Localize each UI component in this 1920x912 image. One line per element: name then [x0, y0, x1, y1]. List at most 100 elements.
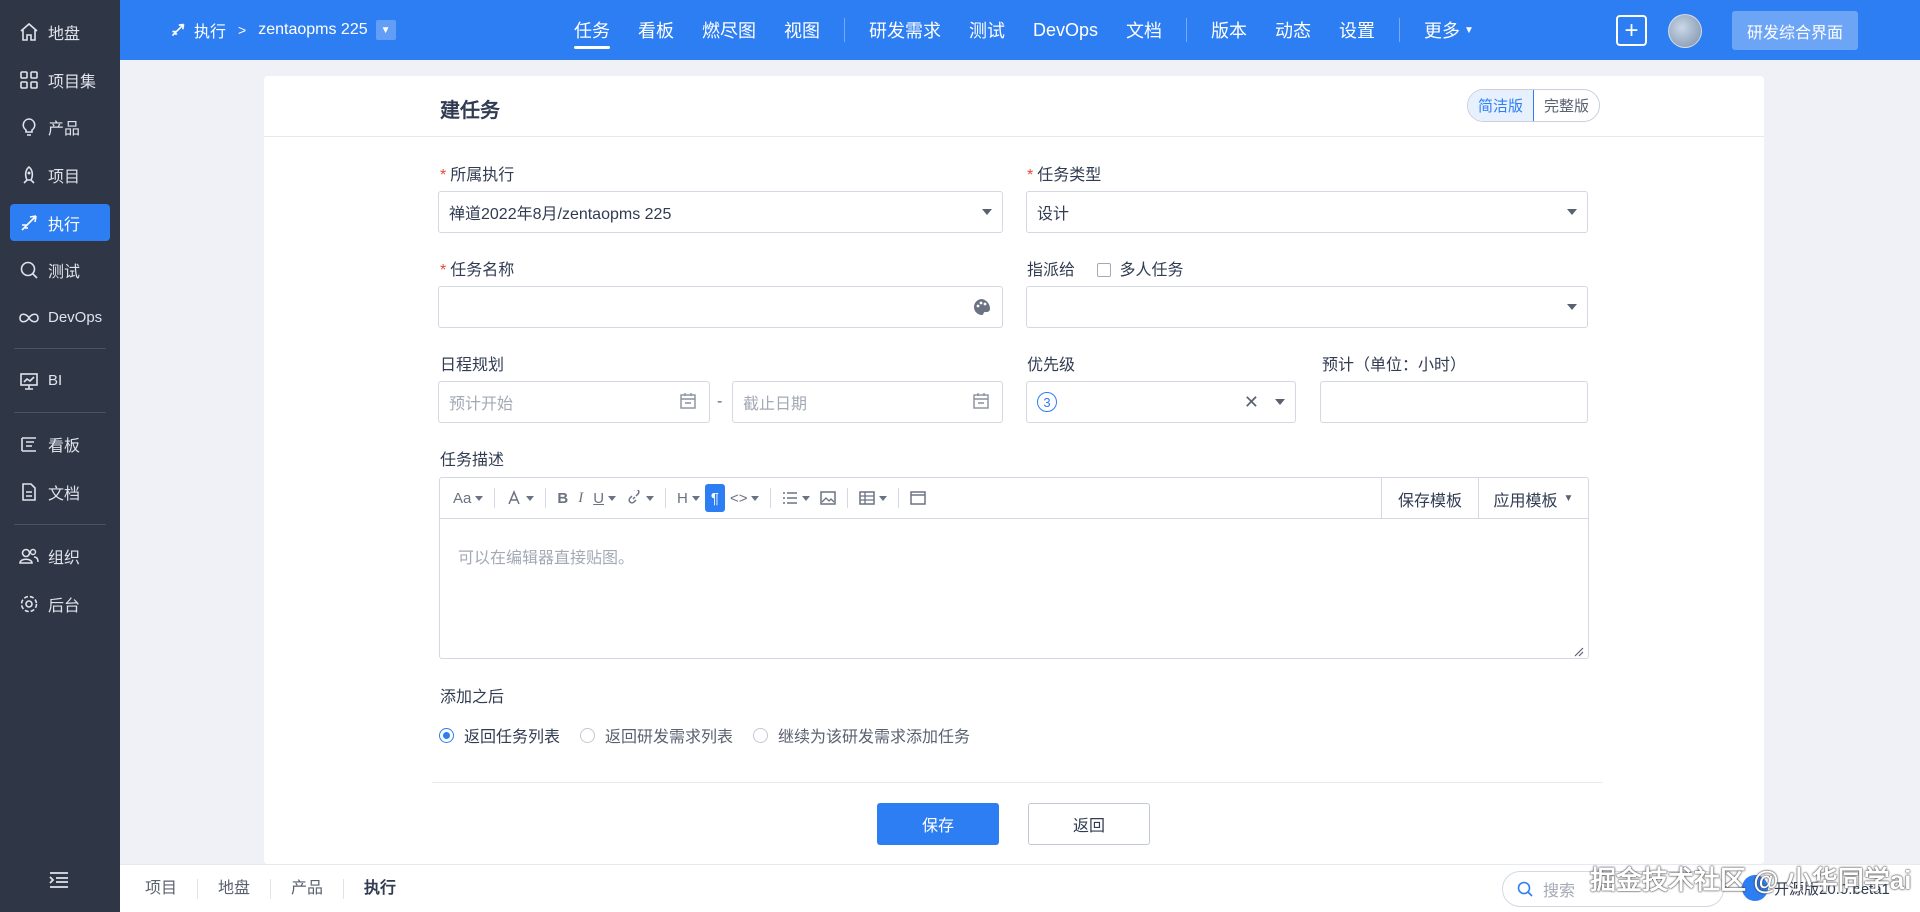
editor-content[interactable]: 可以在编辑器直接贴图。 [458, 544, 634, 568]
link-icon[interactable] [621, 484, 659, 512]
color-palette-icon[interactable] [972, 297, 992, 317]
italic-icon[interactable]: I [573, 484, 588, 512]
estimate-input[interactable] [1320, 381, 1588, 423]
code-icon[interactable]: <> [725, 484, 765, 512]
execution-select[interactable]: 禅道2022年8月/zentaopms 225 [438, 191, 1003, 233]
font-size-icon[interactable]: Aa [448, 484, 488, 512]
page-title: 建任务 [440, 100, 500, 122]
recent-app-product[interactable]: 产品 [271, 878, 345, 899]
create-task-panel: 建任务 简洁版 完整版 * 所属执行 禅道2022年8月/zentaopms 22… [264, 76, 1764, 864]
collapse-menu-icon[interactable] [48, 870, 72, 894]
resize-handle-icon[interactable] [1574, 644, 1584, 657]
gear-icon [18, 593, 40, 615]
bulb-icon [18, 116, 40, 138]
sidebar-item-org[interactable]: 组织 [10, 537, 110, 574]
sidebar-item-doc[interactable]: 文档 [10, 473, 110, 510]
description-label: 任务描述 [440, 452, 505, 469]
create-plus-button[interactable]: + [1616, 15, 1647, 46]
grid-icon [18, 69, 40, 91]
image-icon[interactable] [815, 484, 841, 512]
task-type-select[interactable]: 设计 [1026, 191, 1588, 233]
chart-board-icon [18, 370, 40, 392]
sidebar-item-product[interactable]: 产品 [10, 108, 110, 145]
back-button[interactable]: 返回 [1028, 803, 1150, 845]
header-nav: 任务 看板 燃尽图 视图 研发需求 测试 DevOps 文档 版本 动态 设置 … [560, 0, 1488, 60]
multi-person-checkbox[interactable]: 多人任务 [1097, 262, 1183, 279]
nav-tab-kanban[interactable]: 看板 [624, 0, 688, 60]
radio-return-story-list[interactable]: 返回研发需求列表 [580, 723, 733, 747]
sidebar-item-execution[interactable]: 执行 [10, 204, 110, 241]
mode-full-button[interactable]: 完整版 [1534, 90, 1599, 121]
start-date-input[interactable]: 预计开始 [438, 381, 710, 423]
nav-tab-doc[interactable]: 文档 [1112, 0, 1176, 60]
sidebar-item-project[interactable]: 项目 [10, 156, 110, 193]
page-scrollbar[interactable] [1906, 60, 1920, 864]
form-mode-switch: 简洁版 完整版 [1467, 89, 1601, 122]
nav-divider [844, 18, 845, 42]
task-name-input[interactable] [438, 286, 1003, 328]
underline-icon[interactable]: U [588, 484, 621, 512]
sidebar-item-bi[interactable]: BI [10, 362, 110, 399]
end-date-input[interactable]: 截止日期 [732, 381, 1003, 423]
template-icon[interactable] [905, 484, 931, 512]
sidebar-item-program[interactable]: 项目集 [10, 61, 110, 98]
editor-toolbar: Aa B I U H ¶ <> 保存模板 应用模板 ▼ [440, 478, 1588, 519]
send-icon [18, 212, 40, 234]
radio-return-task-list[interactable]: 返回任务列表 [439, 723, 560, 747]
divider [264, 136, 1764, 137]
nav-tab-test[interactable]: 测试 [955, 0, 1019, 60]
schedule-label: 日程规划 [440, 357, 505, 374]
heading-icon[interactable]: H [672, 484, 705, 512]
nav-tab-dynamic[interactable]: 动态 [1261, 0, 1325, 60]
sidebar-item-admin[interactable]: 后台 [10, 585, 110, 622]
mode-simple-button[interactable]: 简洁版 [1468, 90, 1535, 121]
save-template-button[interactable]: 保存模板 [1381, 478, 1478, 519]
nav-tab-view[interactable]: 视图 [770, 0, 834, 60]
sidebar-item-dashboard[interactable]: 地盘 [10, 13, 110, 50]
chevron-right-icon: > [238, 22, 247, 38]
divider [432, 782, 1602, 783]
crumb-execution-name[interactable]: zentaopms 225 [258, 21, 367, 39]
nav-tab-task[interactable]: 任务 [560, 0, 624, 60]
sidebar-item-test[interactable]: 测试 [10, 251, 110, 288]
paragraph-icon[interactable]: ¶ [704, 484, 725, 512]
chevron-down-icon[interactable]: ▼ [375, 20, 396, 40]
sidebar-item-kanban[interactable]: 看板 [10, 425, 110, 462]
avatar[interactable] [1668, 14, 1702, 48]
apply-template-button[interactable]: 应用模板 ▼ [1478, 478, 1588, 519]
assign-to-select[interactable] [1026, 286, 1588, 328]
chevron-down-icon: ▼ [1464, 24, 1474, 36]
nav-divider [1399, 18, 1401, 42]
sidebar-item-devops[interactable]: DevOps [10, 299, 110, 336]
radio-icon [439, 727, 454, 743]
table-icon[interactable] [854, 484, 892, 512]
recent-app-project[interactable]: 项目 [120, 878, 199, 899]
date-range-dash: - [717, 393, 723, 410]
rd-interface-button[interactable]: 研发综合界面 [1732, 11, 1858, 50]
clear-icon[interactable]: ✕ [1244, 393, 1259, 411]
caret-down-icon [1567, 304, 1577, 310]
crumb-execution-root[interactable]: 执行 [194, 18, 226, 42]
nav-tab-devops[interactable]: DevOps [1019, 0, 1112, 60]
priority-select[interactable]: 3 ✕ [1026, 381, 1296, 423]
nav-tab-build[interactable]: 版本 [1197, 0, 1261, 60]
calendar-icon [679, 392, 699, 412]
nav-divider [1186, 18, 1188, 42]
bold-icon[interactable]: B [552, 484, 573, 512]
nav-tab-settings[interactable]: 设置 [1325, 0, 1389, 60]
save-button[interactable]: 保存 [877, 803, 999, 845]
infinity-icon [18, 307, 40, 329]
recent-app-execution[interactable]: 执行 [344, 879, 416, 899]
nav-tab-story[interactable]: 研发需求 [855, 0, 955, 60]
list-icon[interactable] [777, 484, 815, 512]
caret-down-icon [1275, 399, 1285, 405]
sidebar-divider [14, 348, 106, 349]
nav-tab-more[interactable]: 更多 ▼ [1410, 0, 1488, 60]
recent-app-dashboard[interactable]: 地盘 [198, 878, 272, 899]
send-icon [170, 22, 186, 38]
nav-tab-burndown[interactable]: 燃尽图 [688, 0, 770, 60]
text-color-icon[interactable] [501, 484, 539, 512]
after-submit-label: 添加之后 [440, 689, 505, 706]
caret-down-icon: ▼ [1563, 493, 1574, 504]
radio-continue-add-task[interactable]: 继续为该研发需求添加任务 [753, 723, 970, 747]
